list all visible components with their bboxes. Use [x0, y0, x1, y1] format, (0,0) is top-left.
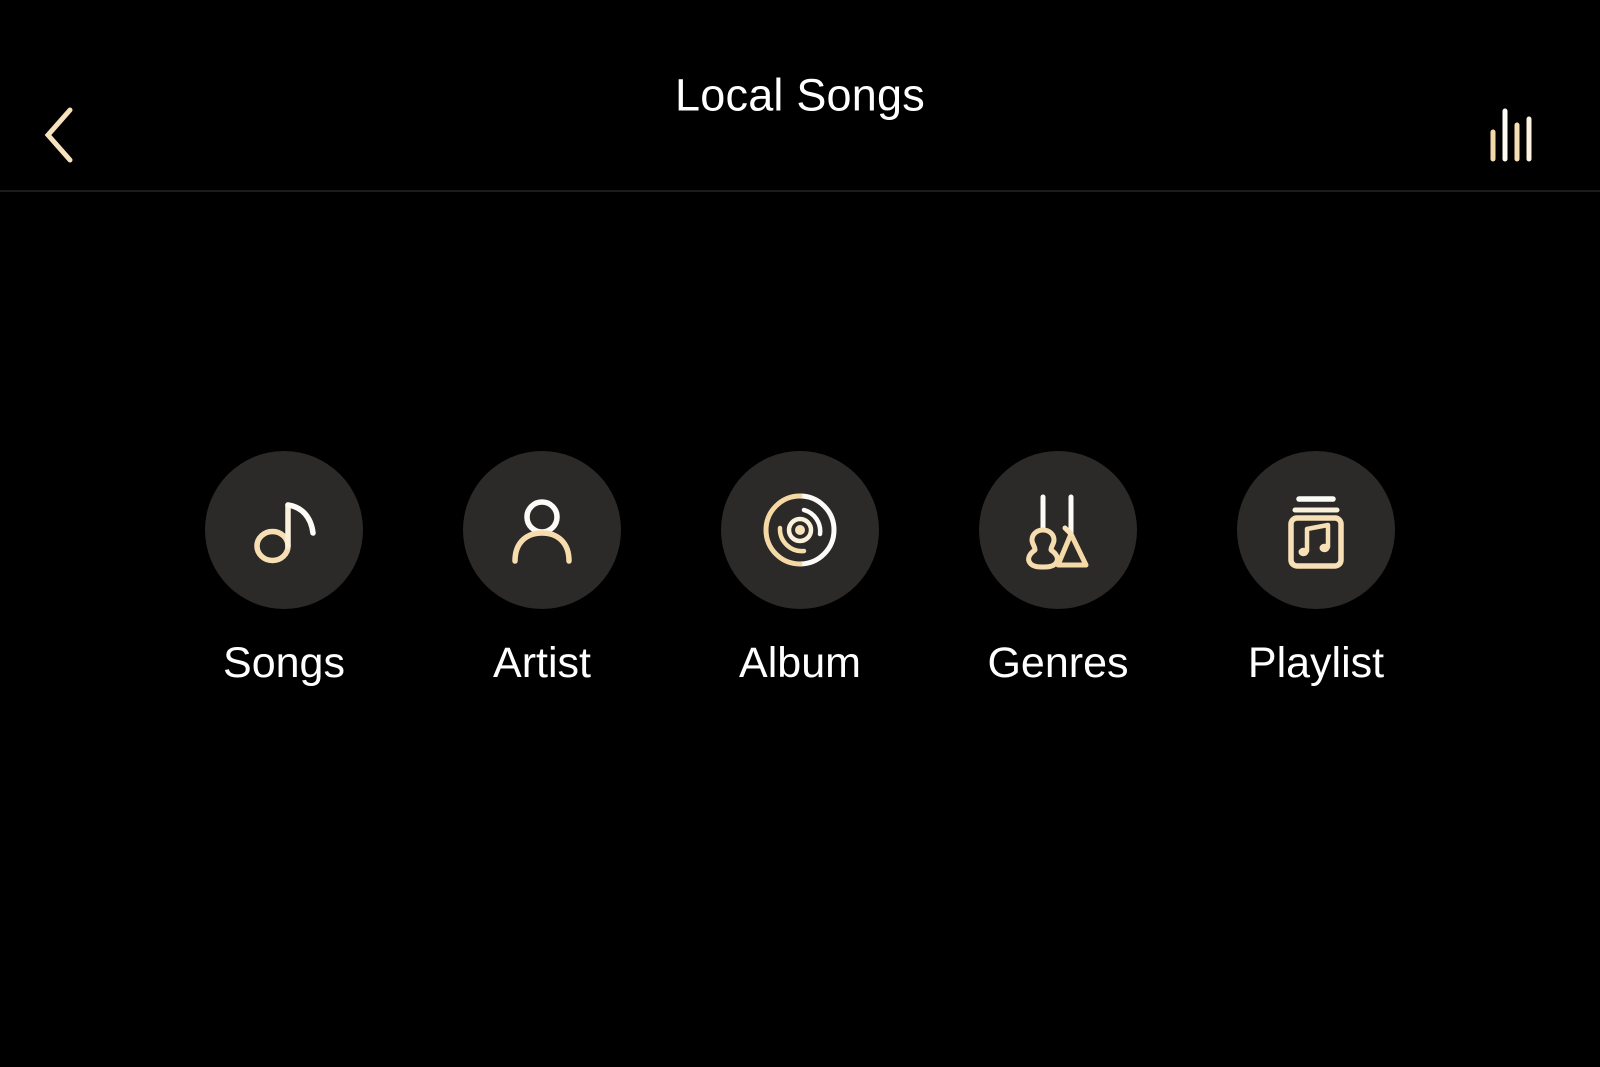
category-playlist-circle[interactable] [1237, 451, 1395, 609]
category-playlist[interactable]: Playlist [1237, 451, 1395, 685]
category-artist[interactable]: Artist [463, 451, 621, 685]
category-artist-label: Artist [493, 639, 591, 687]
music-note-icon [242, 488, 326, 572]
category-playlist-label: Playlist [1247, 639, 1385, 687]
category-row: Songs Artist Album Genres Playlist [0, 451, 1600, 685]
category-album[interactable]: Album [721, 451, 879, 685]
category-album-label: Album [739, 639, 861, 687]
header-inner: Local Songs [0, 73, 1600, 190]
category-genres[interactable]: Genres [979, 451, 1137, 685]
category-album-circle[interactable] [721, 451, 879, 609]
category-genres-circle[interactable] [979, 451, 1137, 609]
category-songs-label: Songs [223, 639, 345, 687]
playlist-icon [1274, 488, 1358, 572]
equalizer-button[interactable] [1476, 99, 1548, 171]
vinyl-record-icon [758, 488, 842, 572]
chevron-left-icon [38, 105, 82, 165]
instruments-icon [1016, 488, 1100, 572]
category-songs-circle[interactable] [205, 451, 363, 609]
page-title: Local Songs [675, 69, 925, 121]
category-genres-label: Genres [987, 639, 1129, 687]
app-header: Local Songs [0, 0, 1600, 192]
category-artist-circle[interactable] [463, 451, 621, 609]
category-songs[interactable]: Songs [205, 451, 363, 685]
local-songs-screen: Local Songs Songs Artist Album Genres Pl… [0, 0, 1600, 1067]
person-icon [500, 488, 584, 572]
main-content: Songs Artist Album Genres Playlist [0, 192, 1600, 1067]
back-button[interactable] [24, 99, 96, 171]
equalizer-icon [1489, 108, 1535, 162]
